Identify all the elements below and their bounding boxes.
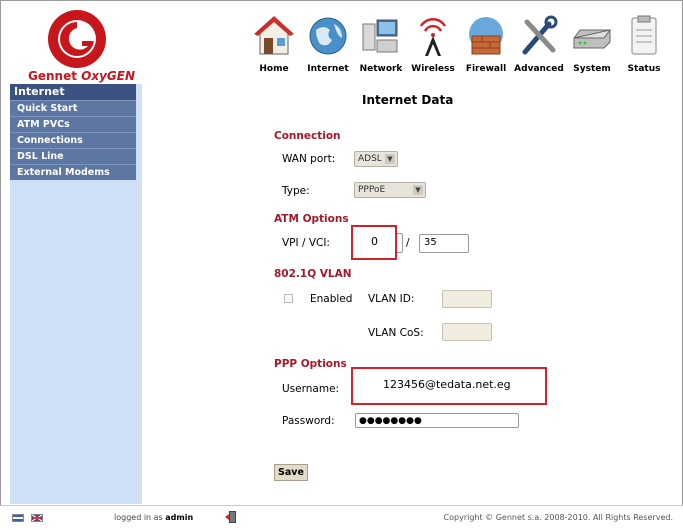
- nav-internet[interactable]: Internet: [300, 14, 356, 74]
- sidebar-item-atm-pvcs[interactable]: ATM PVCs: [10, 116, 136, 132]
- vlan-id-label: VLAN ID:: [368, 293, 415, 305]
- sidebar-item-connections[interactable]: Connections: [10, 132, 136, 148]
- vlan-enabled-checkbox[interactable]: [284, 294, 293, 303]
- password-value: ●●●●●●●●: [359, 416, 422, 426]
- wan-port-value: ADSL: [358, 154, 382, 164]
- nav-label: Advanced: [514, 64, 564, 74]
- nav-home[interactable]: Home: [246, 14, 302, 74]
- home-icon: [254, 16, 294, 55]
- tools-icon: [522, 15, 558, 55]
- atm-options-heading: ATM Options: [274, 213, 349, 225]
- type-select[interactable]: PPPoE ▼: [354, 182, 426, 198]
- sidebar-item-dsl-line[interactable]: DSL Line: [10, 148, 136, 164]
- vlan-heading: 802.1Q VLAN: [274, 268, 352, 280]
- copyright-text: Copyright © Gennet s.a. 2008-2010. All R…: [443, 513, 673, 522]
- vpi-input[interactable]: 0: [351, 225, 397, 260]
- username-value: 123456@tedata.net.eg: [383, 378, 511, 391]
- vci-input[interactable]: 35: [419, 234, 469, 253]
- nav-wireless[interactable]: Wireless: [405, 14, 461, 74]
- chevron-down-icon: ▼: [413, 185, 423, 195]
- network-icon: [362, 19, 398, 53]
- password-label: Password:: [282, 415, 335, 427]
- chevron-down-icon: ▼: [385, 154, 395, 164]
- nav-label: Internet: [307, 64, 349, 74]
- type-value: PPPoE: [358, 185, 386, 195]
- connection-heading: Connection: [274, 130, 341, 142]
- clipboard-icon: [631, 15, 657, 55]
- vpi-vci-separator: /: [406, 237, 410, 249]
- nav-label: Home: [259, 64, 289, 74]
- nav-system[interactable]: System: [564, 14, 620, 74]
- username-input[interactable]: 123456@tedata.net.eg: [351, 367, 547, 405]
- ppp-options-heading: PPP Options: [274, 358, 347, 370]
- wan-port-select[interactable]: ADSL ▼: [354, 151, 398, 167]
- nav-label: Wireless: [411, 64, 455, 74]
- sidebar-header: Internet: [10, 84, 136, 100]
- vlan-cos-label: VLAN CoS:: [368, 327, 424, 339]
- globe-icon: [309, 17, 347, 55]
- nav-firewall[interactable]: Firewall: [458, 14, 514, 74]
- sidebar-item-external-modems[interactable]: External Modems: [10, 164, 136, 180]
- type-label: Type:: [282, 185, 310, 197]
- nav-label: Network: [359, 64, 403, 74]
- english-flag-icon[interactable]: [31, 514, 43, 522]
- sidebar-item-quick-start[interactable]: Quick Start: [10, 100, 136, 116]
- logged-in-status: logged in as admin: [114, 513, 194, 522]
- logout-icon[interactable]: [224, 510, 238, 524]
- nav-label: Status: [627, 64, 661, 74]
- wan-port-label: WAN port:: [282, 153, 336, 165]
- password-input[interactable]: ●●●●●●●●: [355, 413, 519, 428]
- brand-name: Gennet OxyGEN: [28, 69, 135, 83]
- nav-network[interactable]: Network: [353, 14, 409, 74]
- vpi-value: 0: [371, 235, 378, 248]
- nav-status[interactable]: Status: [616, 14, 672, 74]
- save-button[interactable]: Save: [274, 464, 308, 481]
- gennet-logo-icon: [48, 10, 106, 68]
- footer: logged in as admin Copyright © Gennet s.…: [0, 505, 683, 530]
- username-label: Username:: [282, 383, 340, 395]
- vci-value: 35: [424, 237, 437, 248]
- vlan-id-input[interactable]: [442, 290, 492, 308]
- vlan-enabled-label: Enabled: [310, 293, 353, 305]
- greek-flag-icon[interactable]: [12, 514, 24, 522]
- vpi-vci-label: VPI / VCI:: [282, 237, 330, 249]
- router-icon: [573, 29, 612, 49]
- nav-label: Firewall: [465, 64, 507, 74]
- vlan-cos-input[interactable]: [442, 323, 492, 341]
- firewall-icon: [469, 17, 503, 55]
- nav-label: System: [573, 64, 611, 74]
- page-title: Internet Data: [362, 93, 454, 107]
- wireless-tower-icon: [419, 17, 447, 56]
- nav-advanced[interactable]: Advanced: [511, 14, 567, 74]
- sidebar: Internet Quick Start ATM PVCs Connection…: [10, 84, 142, 504]
